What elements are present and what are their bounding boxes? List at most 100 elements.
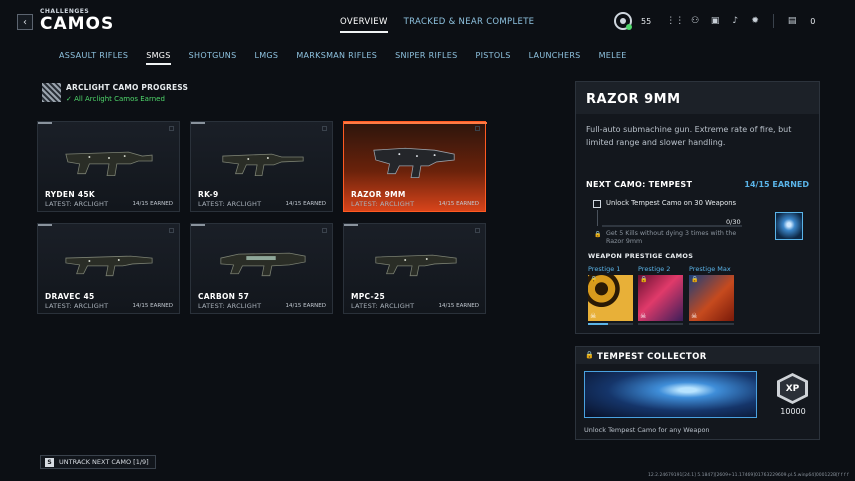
tab-shotguns[interactable]: SHOTGUNS	[189, 51, 237, 65]
card-accent	[191, 122, 205, 124]
weapon-latest-camo: LATEST: ARCLIGHT	[351, 302, 415, 310]
skull-icon: ☠	[691, 312, 698, 320]
tab-pistols[interactable]: PISTOLS	[476, 51, 511, 65]
arclight-camo-icon	[42, 83, 61, 102]
tempest-collector-card[interactable]: 🔒 TEMPEST COLLECTOR XP 10000 Unlock Temp…	[575, 346, 820, 440]
weapon-name: MPC-25	[351, 292, 385, 301]
weapon-earned: 14/15 EARNED	[438, 303, 479, 309]
weapon-image	[65, 151, 153, 177]
challenge-progress-text: 0/30	[726, 218, 741, 226]
player-level: 55	[641, 16, 652, 26]
untrack-next-camo-button[interactable]: S UNTRACK NEXT CAMO [1/9]	[40, 455, 156, 469]
collector-description: Unlock Tempest Camo for any Weapon	[584, 426, 710, 434]
track-challenge-checkbox[interactable]	[593, 200, 601, 208]
grid-menu-icon[interactable]: ⋮⋮	[665, 16, 685, 26]
card-accent	[38, 224, 52, 226]
detail-description: Full-auto submachine gun. Extreme rate o…	[586, 125, 792, 147]
tab-tracked[interactable]: TRACKED & NEAR COMPLETE	[404, 17, 535, 33]
tab-melee[interactable]: MELEE	[599, 51, 627, 65]
weapon-latest-camo: LATEST: ARCLIGHT	[351, 200, 415, 208]
weapon-image	[375, 254, 457, 277]
weapon-earned: 14/15 EARNED	[438, 201, 479, 207]
prestige-max-camo[interactable]: Prestige Max 🔒 ☠	[689, 265, 735, 325]
prestige-1-camo[interactable]: Prestige 1 🔒 ☠	[588, 265, 634, 325]
weapon-image	[222, 153, 304, 177]
corner-mark	[169, 228, 174, 233]
lock-icon: 🔒	[691, 276, 699, 283]
settings-gear-icon[interactable]: ✹	[745, 16, 765, 26]
prestige-label: Prestige Max	[689, 265, 731, 273]
weapon-name: RAZOR 9MM	[351, 190, 406, 199]
arclight-status-text: All Arclight Camos Earned	[74, 95, 165, 103]
weapon-name: RK-9	[198, 190, 219, 199]
corner-mark	[475, 228, 480, 233]
lock-icon: 🔒	[585, 351, 594, 359]
corner-mark	[322, 228, 327, 233]
weapon-detail-panel: RAZOR 9MM Full-auto submachine gun. Extr…	[575, 81, 820, 334]
weapon-name: CARBON 57	[198, 292, 250, 301]
weapon-latest-camo: LATEST: ARCLIGHT	[45, 200, 109, 208]
tab-marksman-rifles[interactable]: MARKSMAN RIFLES	[296, 51, 377, 65]
challenge-description: Get 5 Kills without dying 3 times with t…	[606, 230, 737, 245]
xp-reward-value: 10000	[780, 407, 806, 416]
lock-icon: 🔒	[640, 276, 648, 283]
tab-launchers[interactable]: LAUNCHERS	[529, 51, 581, 65]
prestige-camo-thumbnail: 🔒 ☠	[689, 275, 734, 321]
chevron-left-icon: ‹	[23, 16, 27, 28]
notifications-icon[interactable]: ♪	[725, 16, 745, 26]
tab-assault-rifles[interactable]: ASSAULT RIFLES	[59, 51, 128, 65]
weapon-latest-camo: LATEST: ARCLIGHT	[198, 200, 262, 208]
weapon-card-ryden-45k[interactable]: RYDEN 45K LATEST: ARCLIGHT 14/15 EARNED	[37, 121, 180, 212]
collector-title: TEMPEST COLLECTOR	[597, 352, 707, 362]
weapon-earned: 14/15 EARNED	[285, 201, 326, 207]
collector-reward-image	[584, 371, 757, 418]
barracks-icon[interactable]: ▣	[705, 16, 725, 26]
party-icon[interactable]: ⚇	[685, 16, 705, 26]
prestige-label: Prestige 2	[638, 265, 671, 273]
untrack-label: UNTRACK NEXT CAMO [1/9]	[59, 458, 149, 466]
online-status-dot	[626, 24, 632, 30]
next-camo-label: NEXT CAMO: TEMPEST	[586, 180, 693, 189]
xp-badge-label: XP	[780, 376, 805, 401]
weapon-card-rk-9[interactable]: RK-9 LATEST: ARCLIGHT 14/15 EARNED	[190, 121, 333, 212]
card-accent	[38, 122, 52, 124]
weapon-image	[65, 255, 153, 277]
card-accent	[344, 122, 487, 124]
weapon-latest-camo: LATEST: ARCLIGHT	[45, 302, 109, 310]
prestige-camo-thumbnail: 🔒 ☠	[638, 275, 683, 321]
challenge-title: Unlock Tempest Camo on 30 Weapons	[606, 199, 737, 207]
tab-smgs[interactable]: SMGS	[146, 51, 171, 65]
xp-badge-icon: XP	[777, 373, 808, 404]
weapon-card-razor-9mm[interactable]: RAZOR 9MM LATEST: ARCLIGHT 14/15 EARNED	[343, 121, 487, 212]
back-button[interactable]: ‹	[17, 14, 33, 30]
player-level-icon[interactable]	[614, 12, 632, 30]
lock-icon: 🔒	[594, 231, 602, 238]
skull-icon: ☠	[640, 312, 647, 320]
weapon-image	[373, 147, 455, 179]
tab-lmgs[interactable]: LMGS	[254, 51, 278, 65]
corner-mark	[475, 126, 480, 131]
prestige-2-camo[interactable]: Prestige 2 🔒 ☠	[638, 265, 684, 325]
tempest-camo-thumbnail[interactable]	[775, 212, 803, 240]
weapon-card-dravec-45[interactable]: DRAVEC 45 LATEST: ARCLIGHT 14/15 EARNED	[37, 223, 180, 314]
weapon-card-mpc-25[interactable]: MPC-25 LATEST: ARCLIGHT 14/15 EARNED	[343, 223, 486, 314]
weapon-latest-camo: LATEST: ARCLIGHT	[198, 302, 262, 310]
tab-sniper-rifles[interactable]: SNIPER RIFLES	[395, 51, 457, 65]
weapon-card-carbon-57[interactable]: CARBON 57 LATEST: ARCLIGHT 14/15 EARNED	[190, 223, 333, 314]
weapon-name: DRAVEC 45	[45, 292, 95, 301]
weapon-image	[220, 252, 306, 277]
detail-weapon-name: RAZOR 9MM	[586, 92, 681, 107]
prestige-progress-bar	[689, 323, 734, 325]
currency-amount: 0	[810, 16, 816, 26]
prestige-progress-bar	[588, 323, 633, 325]
tab-overview[interactable]: OVERVIEW	[340, 17, 388, 33]
store-icon[interactable]: ▤	[782, 16, 802, 26]
challenge-progress-bar	[602, 225, 742, 227]
prestige-camo-thumbnail: 🔒 ☠	[588, 275, 633, 321]
top-bar: ‹ CHALLENGES CAMOS OVERVIEW TRACKED & NE…	[0, 0, 855, 42]
corner-mark	[322, 126, 327, 131]
checkmark-icon: ✓	[66, 95, 72, 103]
build-version: 12.2.24679191[24.1] 5.1847][2609+11.1746…	[648, 473, 849, 478]
lock-icon: 🔒	[590, 276, 598, 283]
prestige-heading: WEAPON PRESTIGE CAMOS	[588, 252, 694, 260]
